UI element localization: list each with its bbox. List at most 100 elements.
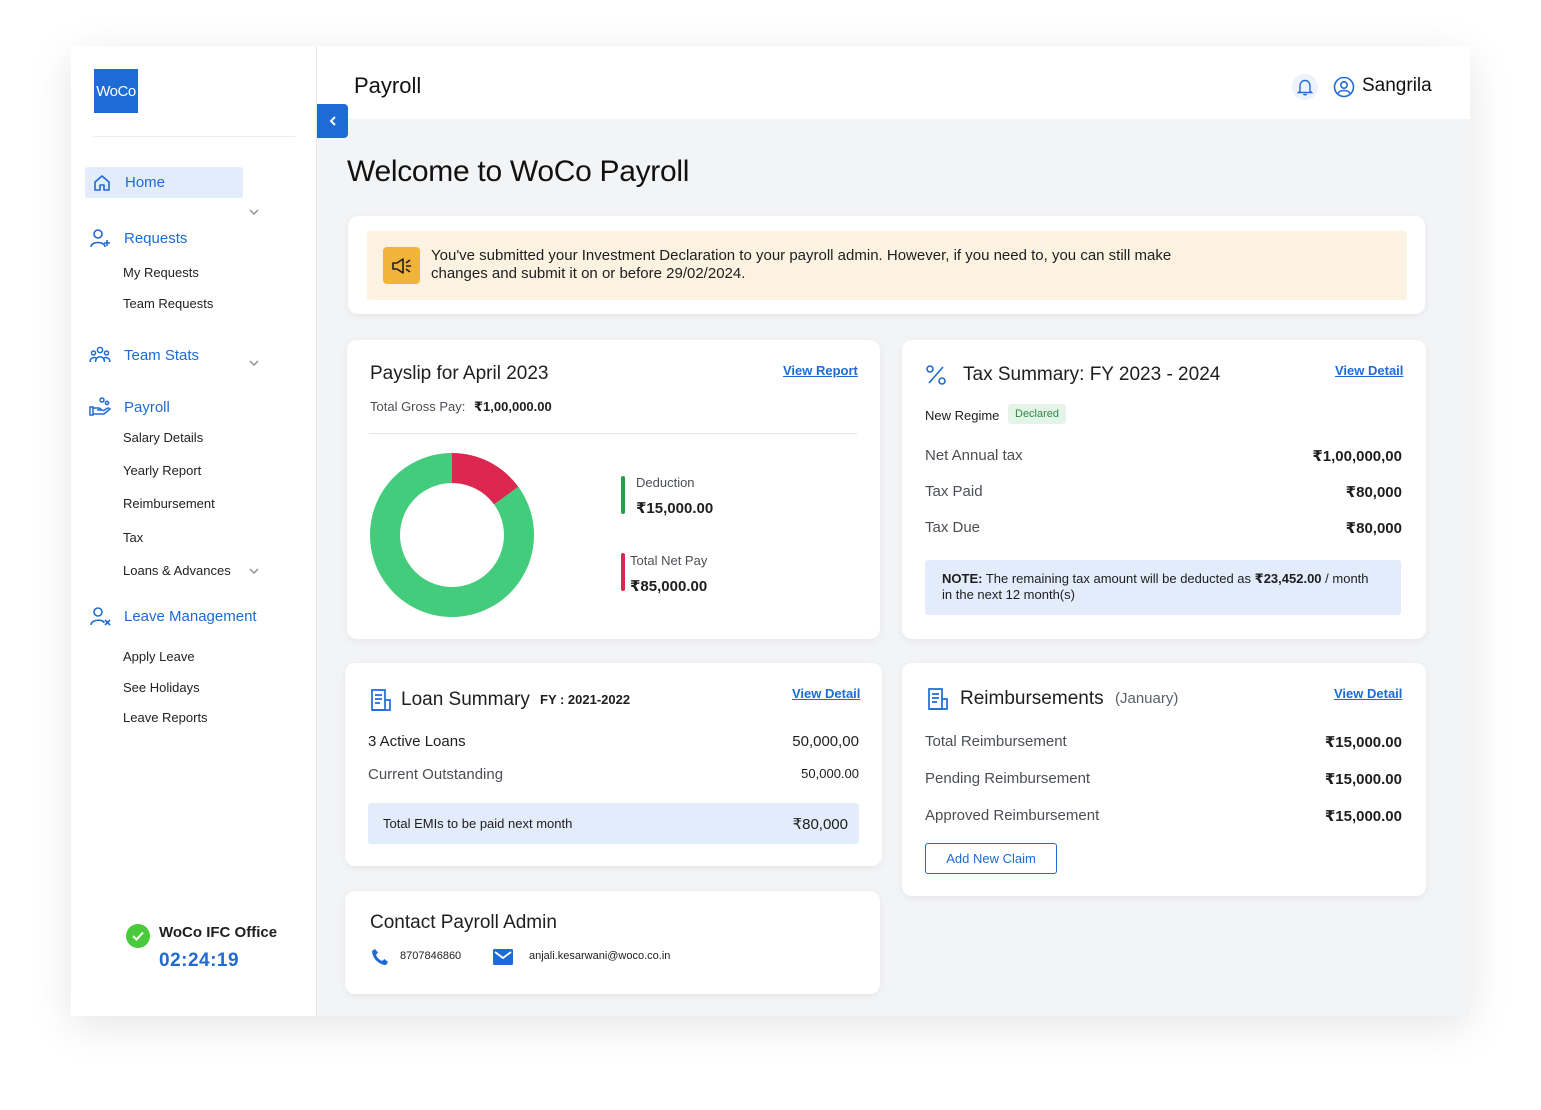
megaphone-icon	[383, 247, 420, 284]
chevron-down-icon[interactable]	[249, 565, 259, 577]
sidebar-item-team-requests[interactable]: Team Requests	[123, 296, 213, 311]
reimb-row-value: ₹15,000.00	[1324, 808, 1402, 825]
payslip-donut-chart	[370, 453, 534, 617]
sidebar: WoCo Home Requests My Requests Team Requ…	[71, 46, 317, 1016]
note-text: The remaining tax amount will be deducte…	[982, 571, 1255, 586]
collapse-sidebar-button[interactable]	[317, 104, 348, 138]
gross-pay-label: Total Gross Pay:	[370, 399, 466, 414]
phone-icon[interactable]	[371, 948, 389, 971]
net-pay-label: Total Net Pay	[630, 553, 708, 568]
sidebar-item-apply-leave[interactable]: Apply Leave	[123, 649, 195, 664]
sidebar-item-leave-management[interactable]: Leave Management	[89, 605, 257, 627]
loan-summary-title: Loan Summary	[401, 689, 530, 710]
payslip-card: Payslip for April 2023 View Report Total…	[347, 340, 880, 639]
reimb-row-label: Total Reimbursement	[925, 733, 1067, 750]
document-icon	[370, 688, 392, 717]
gross-pay: Total Gross Pay: ₹1,00,000.00	[370, 399, 552, 415]
outstanding-value: 50,000.00	[801, 766, 859, 781]
net-pay-value: ₹85,000.00	[630, 578, 708, 595]
note-amount: ₹23,452.00	[1254, 571, 1322, 586]
reimb-row-value: ₹15,000.00	[1324, 771, 1402, 788]
net-pay-legend-bar	[621, 553, 625, 591]
view-report-link[interactable]: View Report	[783, 363, 858, 378]
reimb-row-label: Pending Reimbursement	[925, 770, 1091, 787]
declaration-notice-card: You've submitted your Investment Declara…	[348, 216, 1425, 314]
deduction-label: Deduction	[636, 475, 695, 490]
reimb-row-label: Approved Reimbursement	[925, 807, 1100, 824]
notice-line-2: changes and submit it on or before 29/02…	[431, 265, 746, 282]
add-user-icon	[89, 227, 111, 249]
sidebar-item-requests[interactable]: Requests	[89, 227, 187, 249]
emi-summary: Total EMIs to be paid next month ₹80,000	[368, 803, 859, 844]
logo[interactable]: WoCo	[94, 69, 138, 113]
tax-row-label: Net Annual tax	[925, 447, 1023, 464]
user-remove-icon	[89, 605, 111, 627]
sidebar-item-home[interactable]: Home	[85, 167, 243, 198]
sidebar-item-payroll[interactable]: Payroll	[89, 396, 170, 418]
sidebar-item-salary-details[interactable]: Salary Details	[123, 430, 203, 445]
sidebar-item-team-stats[interactable]: Team Stats	[89, 344, 199, 366]
payslip-title: Payslip for April 2023	[370, 363, 549, 384]
note-suffix: / month	[1321, 571, 1369, 586]
deduction-legend-bar	[621, 476, 625, 514]
view-detail-link[interactable]: View Detail	[1334, 686, 1402, 701]
tax-note: NOTE: The remaining tax amount will be d…	[925, 560, 1401, 615]
loan-fy: FY : 2021-2022	[540, 692, 631, 707]
loan-summary-card: Loan Summary FY : 2021-2022 View Detail …	[345, 663, 882, 866]
reimb-row-value: ₹15,000.00	[1324, 734, 1402, 751]
office-timer: 02:24:19	[159, 950, 240, 971]
tax-note-line-2: in the next 12 month(s)	[942, 587, 1075, 602]
outstanding-label: Current Outstanding	[368, 766, 504, 783]
email-address[interactable]: anjali.kesarwani@woco.co.in	[529, 950, 670, 962]
tax-row-value: ₹80,000	[1345, 484, 1402, 501]
add-new-claim-button[interactable]: Add New Claim	[925, 843, 1057, 874]
emi-label: Total EMIs to be paid next month	[383, 816, 573, 831]
office-name: WoCo IFC Office	[159, 924, 278, 941]
note-prefix: NOTE:	[942, 571, 983, 586]
contact-title: Contact Payroll Admin	[370, 912, 557, 933]
sidebar-item-yearly-report[interactable]: Yearly Report	[123, 463, 201, 478]
declaration-notice: You've submitted your Investment Declara…	[367, 231, 1407, 300]
header: Payroll Sangrila	[317, 46, 1470, 119]
reimbursements-card: Reimbursements (January) View Detail Tot…	[902, 663, 1426, 896]
view-detail-link[interactable]: View Detail	[1335, 363, 1403, 378]
bell-icon[interactable]	[1292, 74, 1318, 100]
sidebar-item-label: Payroll	[124, 398, 170, 416]
tax-row-value: ₹1,00,000,00	[1312, 448, 1402, 465]
active-loans-value: 50,000,00	[792, 733, 859, 750]
percent-icon	[925, 364, 947, 391]
user-name[interactable]: Sangrila	[1362, 75, 1432, 97]
sidebar-item-reimbursement[interactable]: Reimbursement	[123, 496, 215, 511]
tax-summary-title: Tax Summary: FY 2023 - 2024	[963, 364, 1221, 385]
sidebar-item-tax[interactable]: Tax	[123, 530, 143, 545]
mail-icon[interactable]	[493, 949, 513, 970]
sidebar-item-label: Leave Management	[124, 607, 257, 625]
tax-row-label: Tax Paid	[925, 483, 983, 500]
gross-pay-value: ₹1,00,000.00	[474, 399, 552, 414]
sidebar-item-loans-advances[interactable]: Loans & Advances	[123, 563, 231, 578]
phone-number[interactable]: 8707846860	[400, 950, 461, 962]
chevron-down-icon[interactable]	[249, 357, 259, 369]
user-avatar-icon[interactable]	[1331, 74, 1357, 100]
page-title: Payroll	[354, 73, 422, 98]
status-badge: Declared	[1008, 404, 1067, 424]
sidebar-item-my-requests[interactable]: My Requests	[123, 265, 199, 280]
sidebar-item-label: Team Stats	[124, 346, 200, 364]
welcome-heading: Welcome to WoCo Payroll	[347, 155, 690, 188]
divider	[93, 136, 295, 137]
reimbursements-period: (January)	[1115, 690, 1179, 707]
view-detail-link[interactable]: View Detail	[792, 686, 860, 701]
sidebar-item-see-holidays[interactable]: See Holidays	[123, 680, 200, 695]
sidebar-item-leave-reports[interactable]: Leave Reports	[123, 710, 208, 725]
emi-value: ₹80,000	[792, 816, 848, 833]
tax-summary-card: Tax Summary: FY 2023 - 2024 View Detail …	[902, 340, 1426, 639]
home-icon	[91, 172, 113, 194]
tax-row-label: Tax Due	[925, 519, 981, 536]
chevron-down-icon[interactable]	[249, 206, 259, 218]
divider	[369, 433, 857, 434]
contact-admin-card: Contact Payroll Admin 8707846860 anjali.…	[345, 891, 880, 994]
reimbursements-title: Reimbursements	[960, 688, 1104, 709]
sidebar-item-label: Requests	[124, 229, 188, 247]
payroll-hand-icon	[89, 396, 111, 418]
tax-row-value: ₹80,000	[1345, 520, 1402, 537]
